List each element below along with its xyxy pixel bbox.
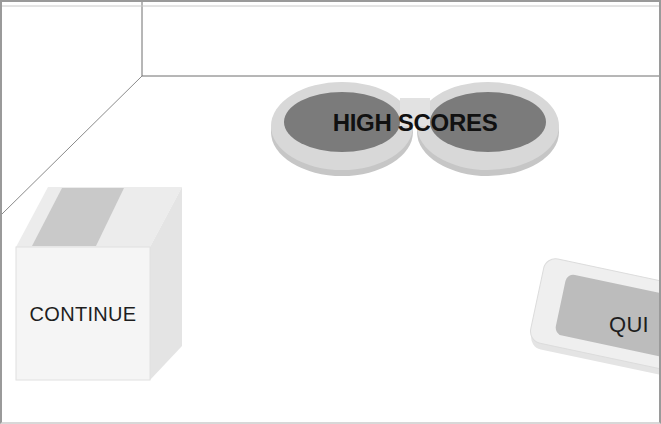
menu-label: QUI xyxy=(598,308,660,342)
menu-label: CONTINUE xyxy=(16,294,150,334)
tray-menu-button[interactable]: QUI xyxy=(524,258,661,384)
menu-label: HIGH SCORES xyxy=(270,102,560,144)
game-menu-room: HIGH SCORES CONTINUE QUI xyxy=(0,0,661,424)
box-icon xyxy=(14,184,184,382)
discs-menu-button[interactable]: HIGH SCORES xyxy=(270,78,560,178)
box-menu-button[interactable]: CONTINUE xyxy=(14,184,184,382)
